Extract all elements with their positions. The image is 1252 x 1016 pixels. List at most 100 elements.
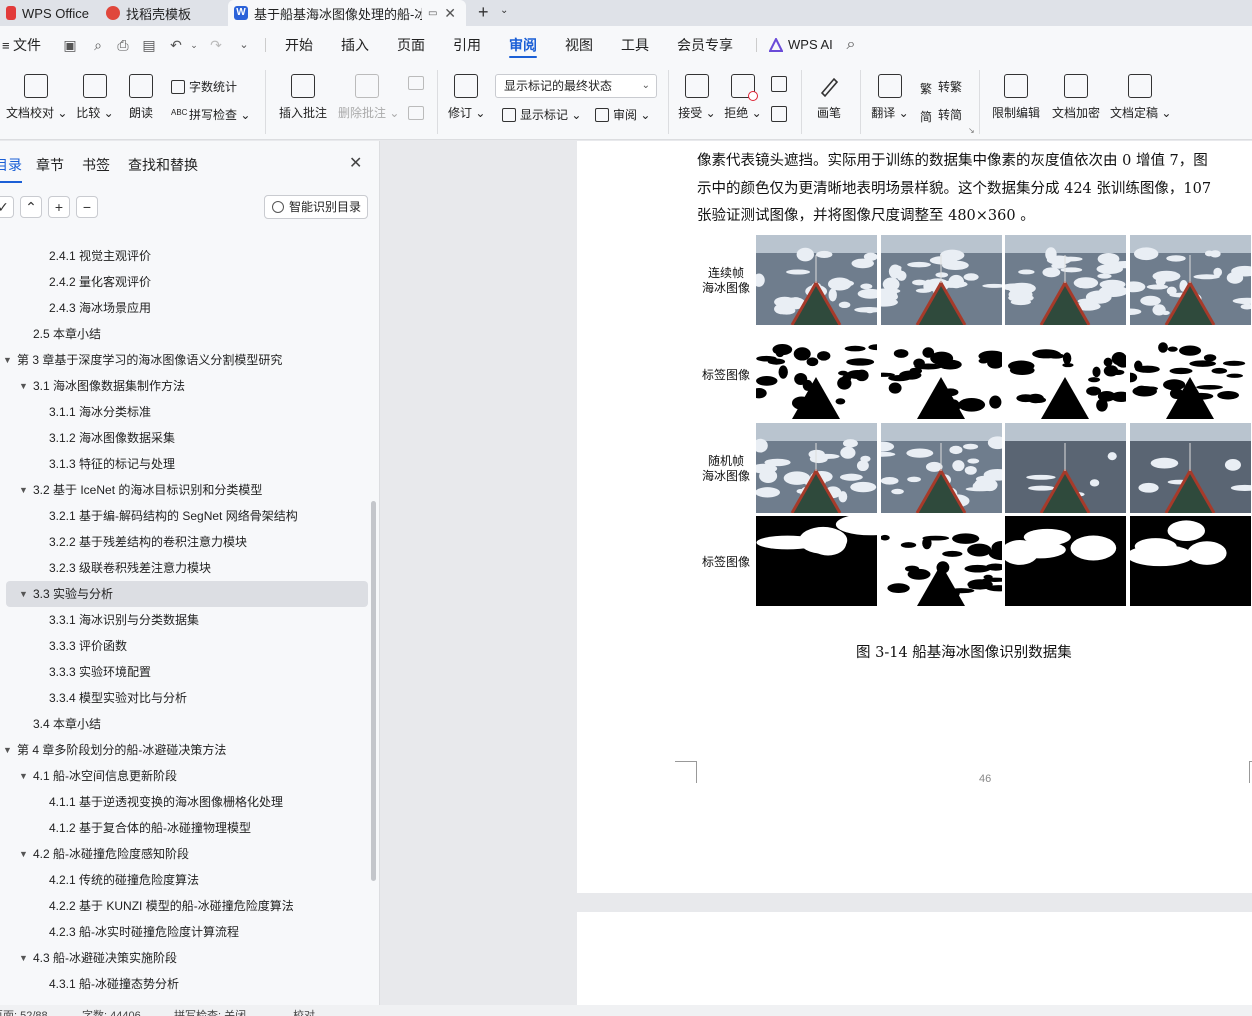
expand-arrow-icon[interactable]: ▼	[19, 841, 28, 867]
minus-icon[interactable]: −	[76, 196, 98, 218]
toc-item[interactable]: 2.4.1 视觉主观评价	[0, 243, 368, 269]
translate-button[interactable]: 翻译 ⌄	[871, 74, 909, 121]
save-icon[interactable]: ▣	[62, 37, 78, 53]
toc-item[interactable]: 3.2.3 级联卷积残差注意力模块	[0, 555, 368, 581]
dialog-launcher-icon[interactable]: ↘	[968, 126, 975, 135]
hamburger-icon[interactable]: ≡	[2, 38, 10, 53]
menu-page[interactable]: 页面	[397, 26, 425, 64]
tab-list-chevron-icon[interactable]: ⌄	[500, 5, 508, 16]
toc-item[interactable]: 4.2.3 船-冰实时碰撞危险度计算流程	[0, 919, 368, 945]
expand-arrow-icon[interactable]: ▼	[3, 347, 12, 373]
toc-item[interactable]: 4.1.2 基于复合体的船-冰碰撞物理模型	[0, 815, 368, 841]
toc-item[interactable]: ▼ 第 4 章多阶段划分的船-冰避碰决策方法	[0, 737, 368, 763]
status-words[interactable]: 字数: 44406	[82, 1007, 141, 1016]
toc-item[interactable]: 3.3.3 实验环境配置	[0, 659, 368, 685]
expand-arrow-icon[interactable]: ▼	[19, 581, 28, 607]
toc-item[interactable]: ▼ 3.1 海冰图像数据集制作方法	[0, 373, 368, 399]
toc-item[interactable]: 2.5 本章小结	[0, 321, 368, 347]
to-traditional-button[interactable]: 繁 转繁	[920, 78, 962, 96]
toc-item[interactable]: 3.1.2 海冰图像数据采集	[0, 425, 368, 451]
expand-arrow-icon[interactable]: ▼	[3, 737, 12, 763]
tab-sections[interactable]: 章节	[36, 155, 64, 175]
reject-button[interactable]: 拒绝 ⌄	[724, 74, 762, 121]
status-page[interactable]: 页面: 52/88	[0, 1007, 48, 1016]
toc-item[interactable]: 4.1.1 基于逆透视变换的海冰图像栅格化处理	[0, 789, 368, 815]
toc-item[interactable]: 3.2.1 基于编-解码结构的 SegNet 网络骨架结构	[0, 503, 368, 529]
toc-item[interactable]: 2.4.3 海冰场景应用	[0, 295, 368, 321]
spell-check-button[interactable]: ABC 拼写检查 ⌄	[171, 106, 250, 123]
menu-tools[interactable]: 工具	[621, 26, 649, 64]
delete-comment-button[interactable]: 删除批注 ⌄	[338, 74, 399, 121]
status-proof[interactable]: 校对	[293, 1007, 315, 1016]
chevron-up-icon[interactable]: ⌃	[20, 196, 42, 218]
toc-item[interactable]: ▼ 4.2 船-冰碰撞危险度感知阶段	[0, 841, 368, 867]
smart-toc-button[interactable]: 智能识别目录	[264, 195, 368, 219]
more-chevron-icon[interactable]: ⌄	[236, 37, 252, 53]
status-spell[interactable]: 拼写检查: 关闭	[174, 1007, 246, 1016]
next-change-icon[interactable]	[771, 106, 787, 122]
toc-item[interactable]: 4.2.2 基于 KUNZI 模型的船-冰碰撞危险度算法	[0, 893, 368, 919]
tab-document[interactable]: W 基于船基海冰图像处理的船-冰 ▭ ✕	[228, 0, 466, 26]
finalize-button[interactable]: 文档定稿 ⌄	[1110, 74, 1171, 121]
toc-scrollbar[interactable]	[371, 501, 376, 881]
to-simplified-button[interactable]: 简 转简	[920, 106, 962, 124]
tab-find-replace[interactable]: 查找和替换	[128, 155, 198, 175]
print-icon[interactable]: ⎙	[115, 37, 131, 53]
toc-item[interactable]: ▼ 4.1 船-冰空间信息更新阶段	[0, 763, 368, 789]
next-comment-icon[interactable]	[408, 106, 424, 120]
menu-reference[interactable]: 引用	[453, 26, 481, 64]
expand-arrow-icon[interactable]: ▼	[19, 945, 28, 971]
menu-wps-ai[interactable]: WPS AI	[788, 26, 833, 64]
menu-member[interactable]: 会员专享	[677, 26, 733, 64]
plus-icon[interactable]: +	[48, 196, 70, 218]
toc-item[interactable]: 4.2.1 传统的碰撞危险度算法	[0, 867, 368, 893]
tab-bookmarks[interactable]: 书签	[82, 155, 110, 175]
toc-item[interactable]: 2.4.2 量化客观评价	[0, 269, 368, 295]
toc-item[interactable]: 4.3.1 船-冰碰撞态势分析	[0, 971, 368, 997]
prev-change-icon[interactable]	[771, 76, 787, 92]
link-icon[interactable]: ⌕	[90, 37, 106, 53]
toc-item[interactable]: 3.1.1 海冰分类标准	[0, 399, 368, 425]
menu-review[interactable]: 审阅	[509, 26, 537, 64]
doc-check-button[interactable]: 文档校对 ⌄	[6, 74, 67, 121]
toc-item[interactable]: ▼ 4.3 船-冰避碰决策实施阶段	[0, 945, 368, 971]
menu-insert[interactable]: 插入	[341, 26, 369, 64]
menu-file[interactable]: 文件	[13, 26, 41, 64]
expand-arrow-icon[interactable]: ▼	[19, 373, 28, 399]
toc-item[interactable]: ▼ 3.2 基于 IceNet 的海冰目标识别和分类模型	[0, 477, 368, 503]
tab-toc[interactable]: 目录	[0, 155, 22, 183]
redo-icon[interactable]: ↷	[208, 37, 224, 53]
toc-item[interactable]: 3.2.2 基于残差结构的卷积注意力模块	[0, 529, 368, 555]
toc-item[interactable]: 3.3.1 海冰识别与分类数据集	[0, 607, 368, 633]
print-preview-icon[interactable]: ▤	[141, 37, 157, 53]
prev-comment-icon[interactable]	[408, 76, 424, 90]
close-pane-icon[interactable]: ✕	[349, 153, 362, 173]
toc-item[interactable]: ▼ 第 3 章基于深度学习的海冰图像语义分割模型研究	[0, 347, 368, 373]
toc-item[interactable]: ▼ 3.3 实验与分析	[6, 581, 368, 607]
menu-home[interactable]: 开始	[285, 26, 313, 64]
menu-view[interactable]: 视图	[565, 26, 593, 64]
insert-comment-button[interactable]: 插入批注	[277, 74, 329, 121]
new-tab-plus-icon[interactable]: +	[478, 2, 489, 23]
tab-template[interactable]: 找稻壳模板	[100, 0, 220, 26]
track-changes-button[interactable]: 修订 ⌄	[448, 74, 485, 121]
show-markup-button[interactable]: 显示标记 ⌄	[502, 106, 581, 123]
restrict-edit-button[interactable]: 限制编辑	[990, 74, 1042, 121]
expand-arrow-icon[interactable]: ▼	[19, 477, 28, 503]
toc-item[interactable]: 3.4 本章小结	[0, 711, 368, 737]
accept-button[interactable]: 接受 ⌄	[678, 74, 716, 121]
close-tab-icon[interactable]: ✕	[444, 5, 456, 22]
toc-item[interactable]: 3.3.3 评价函数	[0, 633, 368, 659]
undo-icon[interactable]: ↶	[168, 37, 184, 53]
read-aloud-button[interactable]: 朗读	[126, 74, 156, 121]
encrypt-button[interactable]: 文档加密	[1050, 74, 1102, 121]
undo-dropdown-icon[interactable]: ⌄	[186, 37, 202, 53]
toc-item[interactable]: 3.3.4 模型实验对比与分析	[0, 685, 368, 711]
expand-arrow-icon[interactable]: ▼	[19, 763, 28, 789]
word-count-button[interactable]: 字数统计	[171, 78, 237, 95]
check-icon[interactable]: ✓	[0, 196, 14, 218]
compare-button[interactable]: 比较 ⌄	[76, 74, 114, 121]
tab-wps-office[interactable]: WPS Office	[0, 0, 92, 26]
markup-state-select[interactable]: 显示标记的最终状态 ⌄	[495, 74, 657, 98]
search-icon[interactable]: ⌕	[843, 37, 859, 53]
